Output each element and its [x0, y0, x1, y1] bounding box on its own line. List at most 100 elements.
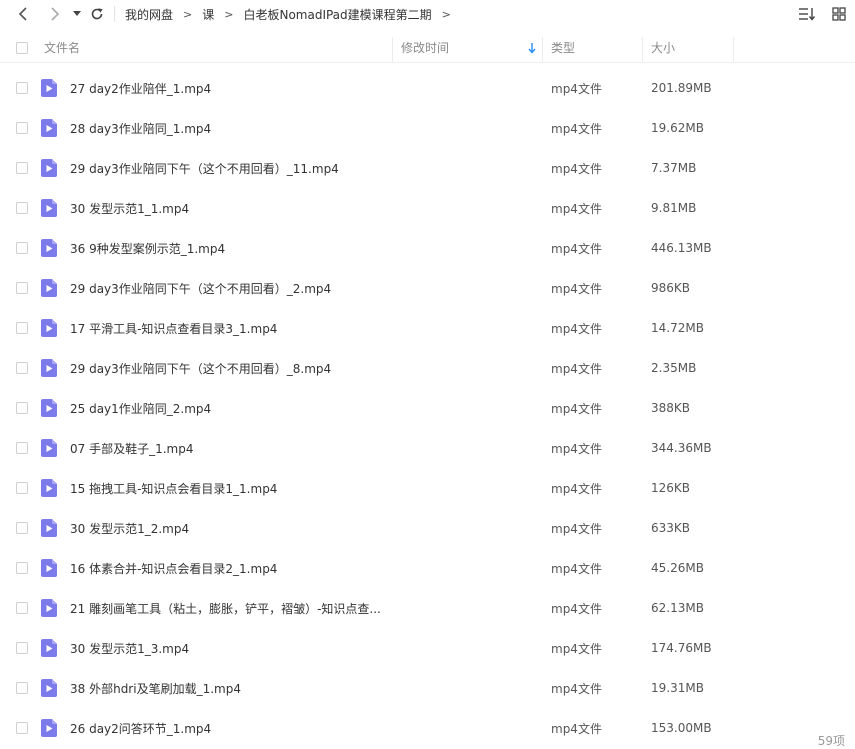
file-size: 45.26MB — [651, 561, 704, 575]
file-size: 446.13MB — [651, 241, 712, 255]
file-row[interactable]: 16 体素合并-知识点会看目录2_1.mp4 mp4文件 45.26MB — [0, 548, 855, 588]
video-file-icon — [41, 268, 61, 308]
video-file-icon — [41, 588, 61, 628]
file-name: 30 发型示范1_3.mp4 — [70, 641, 190, 656]
row-checkbox[interactable] — [16, 322, 28, 334]
file-type: mp4文件 — [551, 281, 602, 296]
video-file-icon — [41, 468, 61, 508]
row-checkbox[interactable] — [16, 562, 28, 574]
row-checkbox[interactable] — [16, 722, 28, 734]
item-count: 59项 — [815, 733, 847, 749]
video-file-icon — [41, 639, 57, 657]
row-checkbox[interactable] — [16, 122, 28, 134]
file-row[interactable]: 30 发型示范1_1.mp4 mp4文件 9.81MB — [0, 188, 855, 228]
row-checkbox[interactable] — [16, 282, 28, 294]
row-checkbox[interactable] — [16, 362, 28, 374]
file-row[interactable]: 30 发型示范1_3.mp4 mp4文件 174.76MB — [0, 628, 855, 668]
forward-button[interactable] — [42, 0, 68, 28]
grid-icon — [832, 7, 846, 21]
column-name[interactable]: 文件名 — [44, 33, 80, 62]
refresh-icon — [91, 8, 103, 20]
row-checkbox-cell — [16, 348, 30, 388]
grid-view-button[interactable] — [829, 0, 849, 28]
breadcrumb-item-my-drive[interactable]: 我的网盘 — [125, 6, 173, 23]
file-type: mp4文件 — [551, 241, 602, 256]
history-dropdown-button[interactable] — [68, 0, 86, 28]
file-size: 201.89MB — [651, 81, 712, 95]
video-file-icon — [41, 119, 57, 137]
file-row[interactable]: 28 day3作业陪同_1.mp4 mp4文件 19.62MB — [0, 108, 855, 148]
back-button[interactable] — [10, 0, 36, 28]
file-type: mp4文件 — [551, 641, 602, 656]
file-row[interactable]: 38 外部hdri及笔刷加载_1.mp4 mp4文件 19.31MB — [0, 668, 855, 708]
file-name: 27 day2作业陪伴_1.mp4 — [70, 81, 212, 96]
video-file-icon — [41, 519, 57, 537]
row-checkbox-cell — [16, 188, 30, 228]
file-row[interactable]: 15 拖拽工具-知识点会看目录1_1.mp4 mp4文件 126KB — [0, 468, 855, 508]
column-divider[interactable] — [542, 37, 543, 63]
file-row[interactable]: 07 手部及鞋子_1.mp4 mp4文件 344.36MB — [0, 428, 855, 468]
video-file-icon — [41, 359, 57, 377]
row-checkbox[interactable] — [16, 82, 28, 94]
video-file-icon — [41, 559, 57, 577]
file-size: 19.62MB — [651, 121, 704, 135]
file-row[interactable]: 27 day2作业陪伴_1.mp4 mp4文件 201.89MB — [0, 68, 855, 108]
file-size: 7.37MB — [651, 161, 697, 175]
row-checkbox[interactable] — [16, 442, 28, 454]
row-checkbox-cell — [16, 628, 30, 668]
file-name: 30 发型示范1_2.mp4 — [70, 521, 190, 536]
file-type: mp4文件 — [551, 521, 602, 536]
select-all-checkbox[interactable] — [16, 41, 28, 54]
chevron-left-icon — [18, 7, 27, 21]
file-name: 21 雕刻画笔工具（粘土，膨胀，铲平，褶皱）-知识点查... — [70, 601, 381, 616]
row-checkbox[interactable] — [16, 602, 28, 614]
column-divider[interactable] — [642, 37, 643, 63]
row-checkbox[interactable] — [16, 522, 28, 534]
refresh-button[interactable] — [86, 0, 108, 28]
breadcrumb-item-current-folder[interactable]: 白老板NomadIPad建模课程第二期 — [243, 6, 431, 23]
view-controls — [797, 0, 849, 28]
file-row[interactable]: 17 平滑工具-知识点查看目录3_1.mp4 mp4文件 14.72MB — [0, 308, 855, 348]
file-name: 28 day3作业陪同_1.mp4 — [70, 121, 212, 136]
video-file-icon — [41, 399, 57, 417]
row-checkbox[interactable] — [16, 682, 28, 694]
video-file-icon — [41, 68, 61, 108]
file-name: 07 手部及鞋子_1.mp4 — [70, 441, 194, 456]
navigation-bar: 我的网盘 > 课 > 白老板NomadIPad建模课程第二期 > — [0, 0, 855, 28]
file-row[interactable]: 29 day3作业陪同下午（这个不用回看）_2.mp4 mp4文件 986KB — [0, 268, 855, 308]
column-size[interactable]: 大小 — [651, 33, 675, 62]
column-modified[interactable]: 修改时间 — [401, 33, 541, 62]
video-file-icon — [41, 628, 61, 668]
file-row[interactable]: 30 发型示范1_2.mp4 mp4文件 633KB — [0, 508, 855, 548]
row-checkbox[interactable] — [16, 242, 28, 254]
row-checkbox-cell — [16, 508, 30, 548]
file-type: mp4文件 — [551, 81, 602, 96]
row-checkbox[interactable] — [16, 482, 28, 494]
file-list: 27 day2作业陪伴_1.mp4 mp4文件 201.89MB 28 day3… — [0, 68, 855, 748]
file-row[interactable]: 29 day3作业陪同下午（这个不用回看）_8.mp4 mp4文件 2.35MB — [0, 348, 855, 388]
file-row[interactable]: 21 雕刻画笔工具（粘土，膨胀，铲平，褶皱）-知识点查... mp4文件 62.… — [0, 588, 855, 628]
column-divider[interactable] — [733, 37, 734, 63]
file-row[interactable]: 29 day3作业陪同下午（这个不用回看）_11.mp4 mp4文件 7.37M… — [0, 148, 855, 188]
column-header: 文件名 修改时间 类型 大小 — [0, 33, 855, 63]
row-checkbox[interactable] — [16, 202, 28, 214]
file-type: mp4文件 — [551, 121, 602, 136]
file-size: 14.72MB — [651, 321, 704, 335]
file-row[interactable]: 26 day2问答环节_1.mp4 mp4文件 153.00MB — [0, 708, 855, 748]
column-type[interactable]: 类型 — [551, 33, 575, 62]
column-divider[interactable] — [392, 37, 393, 63]
file-type: mp4文件 — [551, 361, 602, 376]
row-checkbox[interactable] — [16, 162, 28, 174]
file-row[interactable]: 36 9种发型案例示范_1.mp4 mp4文件 446.13MB — [0, 228, 855, 268]
file-size: 633KB — [651, 521, 691, 535]
file-name: 29 day3作业陪同下午（这个不用回看）_8.mp4 — [70, 361, 332, 376]
file-size: 986KB — [651, 281, 691, 295]
breadcrumb-item-course[interactable]: 课 — [202, 6, 214, 23]
row-checkbox-cell — [16, 68, 30, 108]
caret-down-icon — [73, 11, 81, 16]
sort-button[interactable] — [797, 0, 817, 28]
file-row[interactable]: 25 day1作业陪同_2.mp4 mp4文件 388KB — [0, 388, 855, 428]
row-checkbox[interactable] — [16, 402, 28, 414]
row-checkbox[interactable] — [16, 642, 28, 654]
row-checkbox-cell — [16, 108, 30, 148]
